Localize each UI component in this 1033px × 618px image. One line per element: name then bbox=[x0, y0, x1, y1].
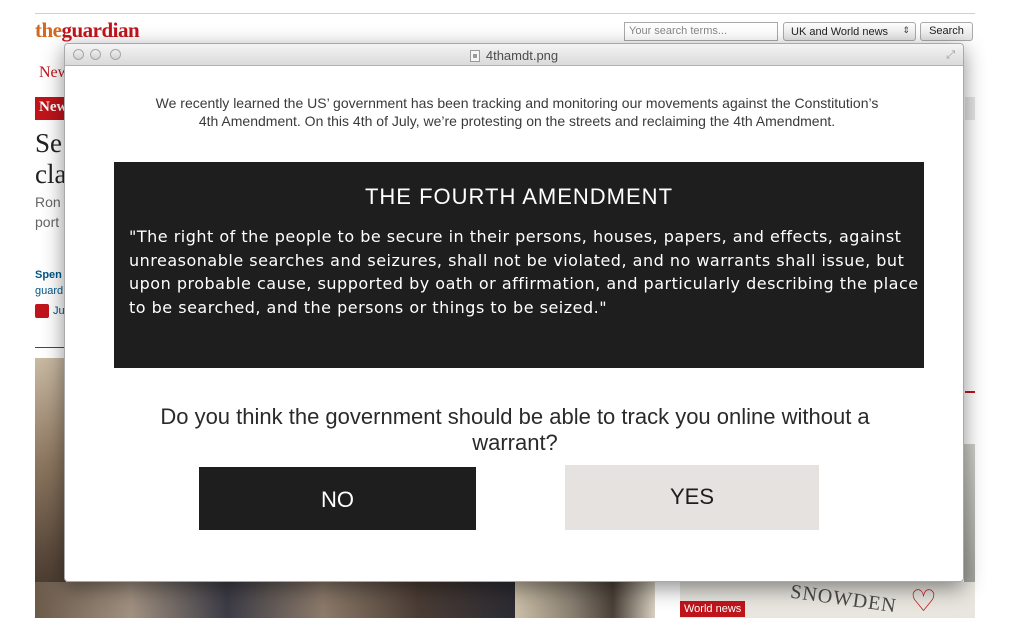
section-rule-right bbox=[965, 391, 975, 393]
guardian-logo[interactable]: theguardian bbox=[35, 18, 140, 43]
amendment-quote: "The right of the people to be secure in… bbox=[129, 227, 919, 317]
section-rule bbox=[35, 347, 67, 348]
select-arrows-icon: ⇕ bbox=[902, 25, 910, 35]
comment-date: Ju bbox=[53, 305, 65, 317]
amendment-box: THE FOURTH AMENDMENT "The right of the p… bbox=[114, 162, 924, 368]
world-news-badge[interactable]: World news bbox=[680, 601, 746, 617]
image-viewer-window: 4thamdt.png ⤢ We recently learned the US… bbox=[64, 43, 964, 582]
standfirst-line-2: port bbox=[35, 214, 60, 230]
story-photo-left[interactable] bbox=[35, 358, 66, 618]
amendment-title: THE FOURTH AMENDMENT bbox=[364, 184, 674, 209]
search-button[interactable]: Search bbox=[920, 22, 973, 41]
logo-guardian: guardian bbox=[61, 18, 140, 42]
section-select-value: UK and World news bbox=[791, 26, 889, 38]
window-title: 4thamdt.png bbox=[65, 48, 963, 63]
fullscreen-icon[interactable]: ⤢ bbox=[946, 49, 955, 62]
heart-graffiti-icon: ♡ bbox=[910, 585, 937, 618]
story-photo-crowd[interactable] bbox=[35, 582, 515, 618]
headline-line-2: cla bbox=[35, 159, 67, 189]
yes-button[interactable]: YES bbox=[565, 465, 819, 530]
graffiti-text: SNOWDEN bbox=[789, 582, 899, 618]
comment-icon[interactable] bbox=[35, 304, 49, 318]
headline-line-1: Se bbox=[35, 128, 62, 158]
window-titlebar[interactable]: 4thamdt.png ⤢ bbox=[65, 44, 963, 66]
standfirst-line-1: Ron bbox=[35, 194, 61, 210]
top-divider bbox=[35, 13, 975, 14]
standfirst: Ron port bbox=[35, 192, 61, 232]
window-title-text: 4thamdt.png bbox=[485, 48, 559, 63]
intro-text: We recently learned the US’ government h… bbox=[155, 95, 879, 129]
page: theguardian Your search terms... UK and … bbox=[0, 0, 1033, 618]
headline[interactable]: Se cla bbox=[35, 128, 66, 190]
source-link[interactable]: guard bbox=[35, 285, 63, 297]
nav-bar-edge bbox=[965, 97, 975, 120]
poll-question: Do you think the government should be ab… bbox=[160, 404, 870, 455]
logo-the: the bbox=[35, 18, 62, 42]
file-icon bbox=[469, 50, 480, 62]
story-photo-middle[interactable] bbox=[515, 582, 655, 618]
no-button[interactable]: NO bbox=[199, 467, 476, 530]
byline[interactable]: Spen bbox=[35, 269, 62, 281]
section-select[interactable]: UK and World news ⇕ bbox=[783, 22, 916, 41]
search-input[interactable]: Your search terms... bbox=[624, 22, 778, 41]
